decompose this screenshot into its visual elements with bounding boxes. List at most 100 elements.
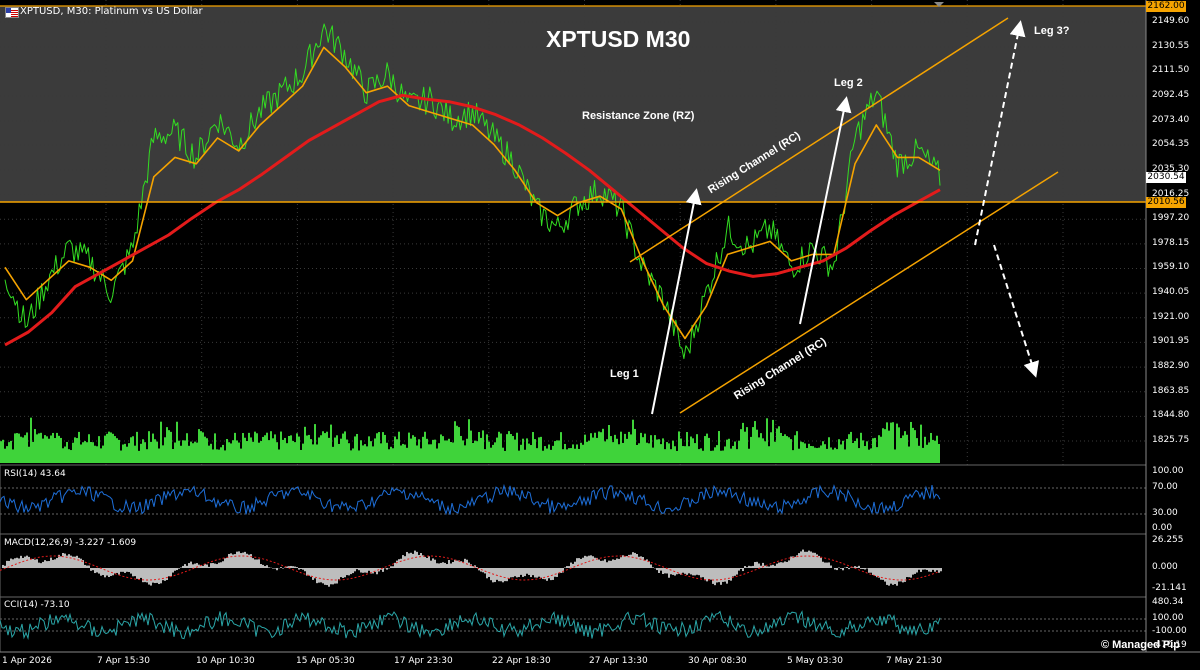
volume-bar — [216, 449, 218, 463]
volume-bar — [82, 442, 84, 463]
macd-bar — [14, 558, 16, 568]
volume-bar — [848, 434, 850, 463]
macd-bar — [768, 566, 770, 568]
volume-bar — [76, 438, 78, 463]
macd-bar — [42, 561, 44, 568]
indicator-tick: 26.255 — [1152, 535, 1184, 545]
volume-bar — [778, 426, 780, 463]
macd-bar — [252, 558, 254, 568]
macd-bar — [598, 559, 600, 568]
macd-bar — [570, 562, 572, 568]
macd-bar — [228, 553, 230, 568]
volume-bar — [394, 436, 396, 463]
volume-bar — [474, 440, 476, 463]
volume-bar — [270, 431, 272, 463]
volume-bar — [8, 442, 10, 463]
macd-bar — [346, 568, 348, 576]
volume-bar — [876, 447, 878, 463]
rsi-label: RSI(14) 43.64 — [4, 469, 66, 479]
volume-bar — [92, 442, 94, 463]
macd-bar — [784, 561, 786, 568]
volume-bar — [590, 433, 592, 463]
volume-bar — [602, 428, 604, 463]
volume-bar — [542, 450, 544, 463]
volume-bar — [788, 437, 790, 463]
volume-bar — [578, 448, 580, 463]
price-tick: 2149.60 — [1152, 16, 1190, 27]
volume-bar — [860, 432, 862, 463]
macd-bar — [282, 568, 284, 569]
macd-bar — [186, 565, 188, 568]
macd-bar — [884, 568, 886, 582]
time-tick: 5 May 03:30 — [787, 656, 843, 666]
volume-bar — [696, 434, 698, 463]
volume-bar — [874, 437, 876, 463]
macd-bar — [554, 568, 556, 577]
volume-bar — [850, 431, 852, 463]
macd-bar — [460, 561, 462, 568]
volume-bar — [804, 443, 806, 463]
volume-bar — [380, 443, 382, 463]
volume-bar — [630, 434, 632, 463]
volume-bar — [640, 432, 642, 463]
volume-bar — [712, 450, 714, 463]
macd-bar — [886, 568, 888, 585]
volume-bar — [168, 430, 170, 463]
macd-bar — [76, 555, 78, 568]
volume-bar — [246, 441, 248, 463]
macd-bar — [426, 557, 428, 568]
volume-bar — [936, 435, 938, 463]
macd-bar — [856, 566, 858, 568]
volume-bar — [862, 440, 864, 463]
volume-bar — [800, 441, 802, 463]
chart-title: XPTUSD M30 — [546, 26, 691, 52]
macd-bar — [356, 568, 358, 570]
macd-bar — [560, 568, 562, 573]
volume-bar — [550, 449, 552, 463]
macd-bar — [354, 568, 356, 572]
time-tick: 7 May 21:30 — [886, 656, 942, 666]
macd-bar — [212, 563, 214, 568]
macd-bar — [582, 557, 584, 568]
macd-bar — [742, 568, 744, 572]
macd-bar — [652, 567, 654, 568]
volume-bar — [820, 445, 822, 463]
volume-bar — [546, 448, 548, 463]
price-tick: 2092.45 — [1152, 89, 1190, 100]
macd-bar — [684, 568, 686, 574]
macd-bar — [806, 551, 808, 568]
macd-bar — [78, 557, 80, 568]
volume-bar — [116, 438, 118, 463]
macd-bar — [314, 568, 316, 579]
macd-bar — [138, 568, 140, 580]
macd-bar — [440, 562, 442, 568]
macd-bar — [224, 558, 226, 568]
volume-bar — [146, 449, 148, 463]
volume-bar — [566, 449, 568, 463]
price-tick: 1978.15 — [1152, 237, 1190, 248]
volume-bar — [592, 437, 594, 463]
volume-bar — [918, 445, 920, 463]
volume-bar — [156, 441, 158, 463]
volume-bar — [276, 442, 278, 463]
volume-bar — [794, 435, 796, 463]
volume-bar — [684, 446, 686, 463]
macd-bar — [320, 568, 322, 583]
volume-bar — [466, 438, 468, 463]
price-label-top: 2162.00 — [1146, 1, 1186, 12]
volume-bar — [192, 443, 194, 463]
macd-bar — [772, 564, 774, 568]
volume-bar — [772, 419, 774, 463]
volume-bar — [480, 437, 482, 463]
macd-bar — [450, 563, 452, 568]
macd-bar — [292, 566, 294, 568]
volume-bar — [872, 438, 874, 463]
volume-bar — [424, 431, 426, 463]
macd-bar — [412, 553, 414, 568]
macd-bar — [260, 564, 262, 568]
macd-bar — [792, 556, 794, 568]
volume-bar — [570, 448, 572, 463]
volume-bar — [18, 433, 20, 463]
volume-bar — [854, 440, 856, 463]
volume-bar — [890, 422, 892, 463]
